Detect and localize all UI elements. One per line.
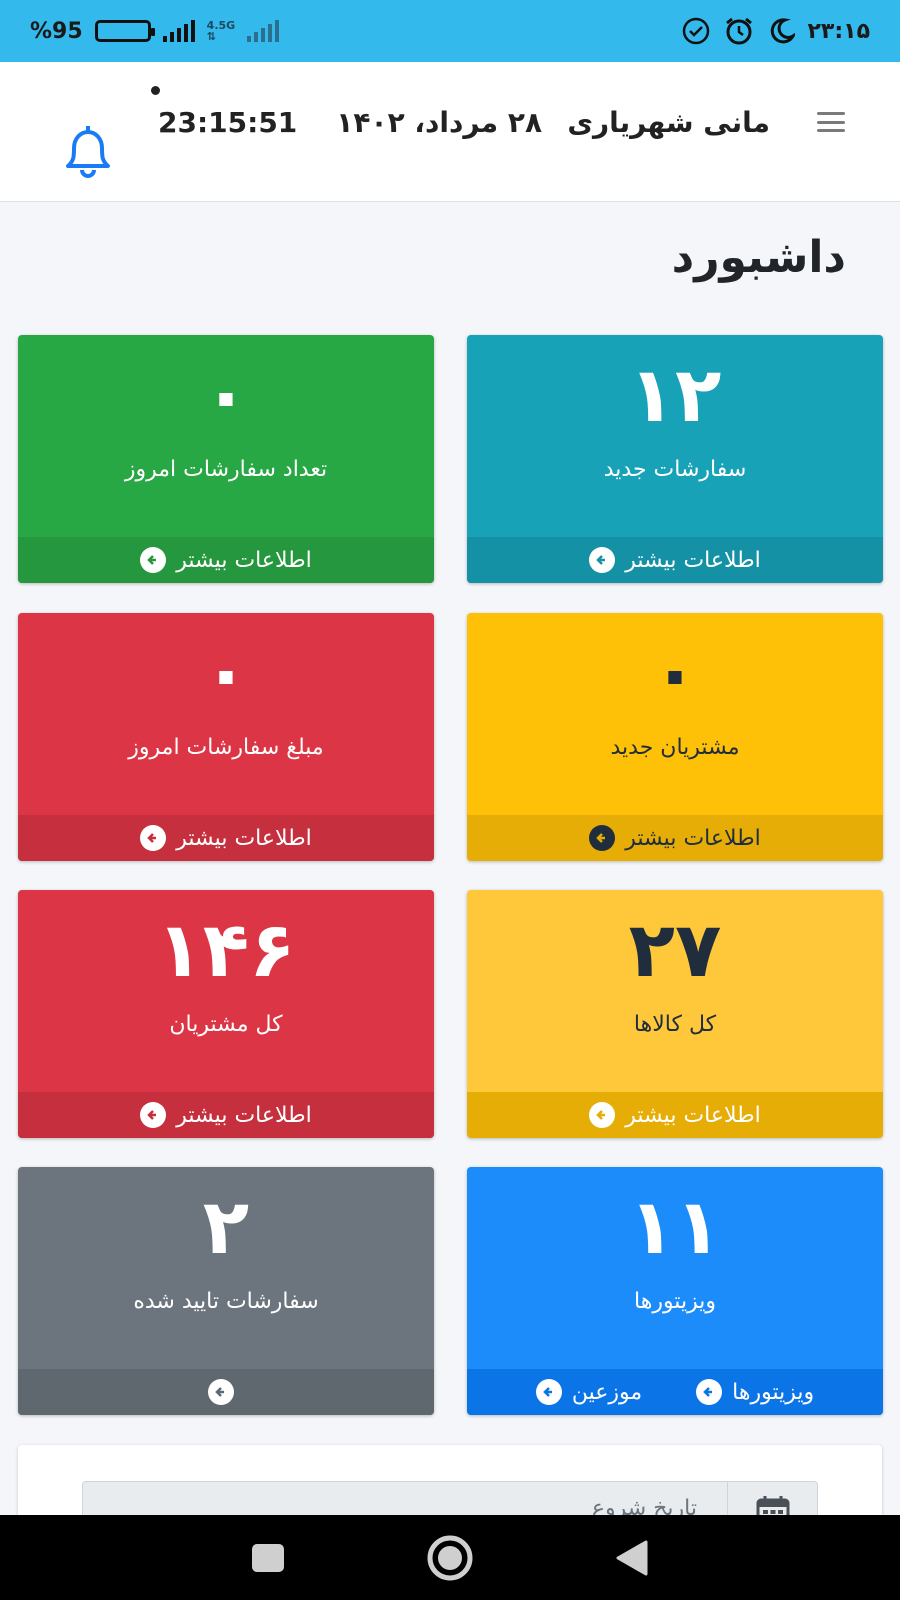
card-value: ۱۱: [628, 1182, 722, 1271]
header-datetime: ۲۸ مرداد، ۱۴۰۲ 23:15:51: [158, 106, 542, 139]
moon-icon: [771, 18, 796, 44]
signal-icon: [162, 20, 195, 42]
card-footer: ویزیتورها موزعین: [467, 1369, 883, 1415]
recent-apps-icon[interactable]: [250, 1542, 286, 1574]
indicator-dot: [151, 86, 160, 95]
battery-icon: [94, 20, 155, 42]
card-new-customers: ۰ مشتریان جدید اطلاعات بیشتر: [467, 613, 883, 861]
signal-icon-secondary: [247, 20, 280, 42]
arrow-left-circle-icon: [140, 1102, 167, 1128]
card-today-orders-count: ۰ تعداد سفارشات امروز اطلاعات بیشتر: [18, 335, 434, 583]
card-label: مبلغ سفارشات امروز: [128, 735, 324, 760]
card-label: کل مشتریان: [169, 1012, 283, 1037]
card-value: ۰: [202, 350, 250, 439]
card-value: ۲: [202, 1182, 250, 1271]
card-more-info-link[interactable]: اطلاعات بیشتر: [18, 815, 434, 861]
card-today-orders-amount: ۰ مبلغ سفارشات امروز اطلاعات بیشتر: [18, 613, 434, 861]
username: مانی شهریاری: [567, 106, 770, 139]
card-label: سفارشات جدید: [603, 457, 747, 482]
visitors-link[interactable]: ویزیتورها: [696, 1379, 814, 1405]
visitors-link-label: ویزیتورها: [732, 1379, 815, 1405]
card-label: سفارشات تایید شده: [133, 1289, 319, 1314]
filter-panel: تاریخ شروع: [18, 1445, 882, 1541]
card-value: ۲۷: [628, 905, 722, 994]
back-icon[interactable]: [614, 1539, 650, 1577]
status-bar: %95 4.5G ⇅ ۲۳:۱۵: [0, 0, 900, 62]
arrow-left-circle-icon: [589, 1102, 616, 1128]
card-value: ۱۲: [628, 350, 722, 439]
card-more-info-link[interactable]: اطلاعات بیشتر: [467, 537, 883, 583]
card-link-label: اطلاعات بیشتر: [176, 1102, 312, 1128]
card-value: ۰: [651, 628, 699, 717]
distributors-link[interactable]: موزعین: [535, 1379, 643, 1405]
card-label: مشتریان جدید: [610, 735, 740, 760]
status-right: ۲۳:۱۵: [681, 15, 870, 47]
arrow-left-circle-icon: [535, 1379, 562, 1405]
arrow-left-circle-icon: [140, 825, 167, 851]
arrow-left-circle-icon: [140, 547, 167, 573]
card-label: تعداد سفارشات امروز: [124, 457, 328, 482]
card-more-info-link[interactable]: اطلاعات بیشتر: [18, 537, 434, 583]
system-nav-bar: [0, 1515, 900, 1600]
arrow-left-circle-icon: [208, 1379, 234, 1405]
card-total-customers: ۱۴۶ کل مشتریان اطلاعات بیشتر: [18, 890, 434, 1138]
status-time: ۲۳:۱۵: [807, 18, 870, 44]
card-link-label: اطلاعات بیشتر: [625, 1102, 761, 1128]
card-visitors: ۱۱ ویزیتورها ویزیتورها موزعین: [467, 1167, 883, 1415]
header-date: ۲۸ مرداد، ۱۴۰۲: [336, 106, 543, 139]
card-link-label: اطلاعات بیشتر: [176, 825, 312, 851]
card-label: ویزیتورها: [634, 1289, 716, 1314]
arrow-left-circle-icon: [589, 825, 616, 851]
arrow-left-circle-icon: [589, 547, 616, 573]
card-more-info-link[interactable]: اطلاعات بیشتر: [467, 815, 883, 861]
bell-icon[interactable]: [56, 122, 120, 182]
app-header: مانی شهریاری ۲۸ مرداد، ۱۴۰۲ 23:15:51: [0, 62, 900, 202]
card-more-info-link[interactable]: [18, 1369, 434, 1415]
arrow-left-circle-icon: [696, 1379, 723, 1405]
card-more-info-link[interactable]: اطلاعات بیشتر: [467, 1092, 883, 1138]
card-link-label: اطلاعات بیشتر: [625, 547, 761, 573]
card-value: ۱۴۶: [156, 905, 296, 994]
card-value: ۰: [202, 628, 250, 717]
alarm-icon: [726, 17, 753, 45]
card-label: کل کالاها: [633, 1012, 717, 1037]
card-total-products: ۲۷ کل کالاها اطلاعات بیشتر: [467, 890, 883, 1138]
header-time: 23:15:51: [158, 106, 298, 139]
hamburger-menu-icon[interactable]: [817, 112, 845, 132]
page-title: داشبورد: [671, 232, 846, 283]
status-left: %95 4.5G ⇅: [30, 18, 280, 44]
battery-percent: %95: [30, 18, 83, 44]
check-circle-icon: [683, 17, 710, 45]
card-more-info-link[interactable]: اطلاعات بیشتر: [18, 1092, 434, 1138]
distributors-link-label: موزعین: [571, 1379, 643, 1405]
card-new-orders: ۱۲ سفارشات جدید اطلاعات بیشتر: [467, 335, 883, 583]
home-icon[interactable]: [425, 1533, 475, 1583]
card-link-label: اطلاعات بیشتر: [176, 547, 312, 573]
network-type: 4.5G ⇅: [206, 19, 236, 43]
card-approved-orders: ۲ سفارشات تایید شده: [18, 1167, 434, 1415]
card-link-label: اطلاعات بیشتر: [625, 825, 761, 851]
